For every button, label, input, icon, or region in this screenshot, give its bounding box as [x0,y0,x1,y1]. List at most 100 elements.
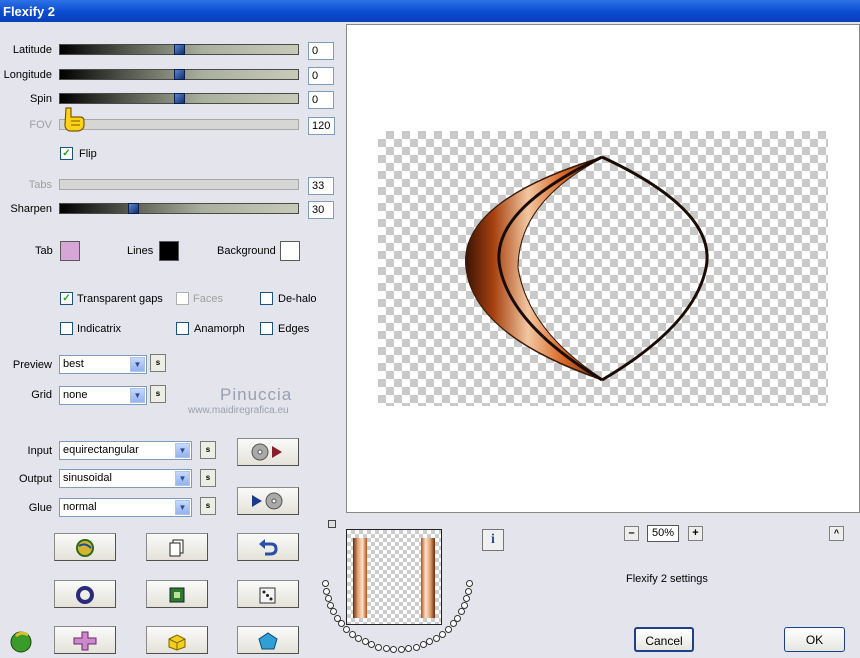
navigator-dot[interactable] [355,634,363,642]
output-label: Output [18,473,52,485]
longitude-slider[interactable] [59,69,299,80]
fov-input[interactable]: 120 [308,117,335,135]
input-select[interactable]: equirectangular ▼ [59,441,192,460]
tabs-slider[interactable] [59,179,299,190]
ring-tool-button[interactable] [54,580,116,608]
copy-icon [169,539,184,557]
input-save-button[interactable]: s [200,441,216,459]
preview-label: Preview [12,359,52,371]
watermark-name: Pinuccia [220,385,293,404]
load-output-button[interactable] [237,487,299,515]
navigator-dot[interactable] [444,625,452,633]
ok-button[interactable]: OK [784,627,845,652]
pentagon-icon [258,632,278,650]
spin-input[interactable]: 0 [308,91,334,109]
background-color-swatch[interactable] [280,241,300,261]
tab-color-swatch[interactable] [60,241,80,261]
chevron-down-icon: ▼ [175,471,190,486]
navigator-dot[interactable] [397,645,405,653]
chevron-down-icon: ▼ [130,388,145,403]
glue-save-button[interactable]: s [200,497,216,515]
fov-slider[interactable] [59,119,299,130]
spin-slider[interactable] [59,93,299,104]
sharpen-thumb[interactable] [128,203,139,214]
navigator-dot[interactable] [465,587,472,595]
collapse-button[interactable]: ^ [829,526,844,541]
flip-checkbox[interactable]: ✓ [60,147,73,160]
navigator-dot[interactable] [322,580,330,588]
navigator-dot[interactable] [412,643,420,651]
zoom-in-button[interactable]: + [688,526,703,541]
preview-select[interactable]: best ▼ [59,355,147,374]
latitude-thumb[interactable] [174,44,185,55]
undo-button[interactable] [237,533,299,561]
navigator-dot[interactable] [454,614,462,622]
longitude-thumb[interactable] [174,69,185,80]
play-disc-icon [252,492,283,510]
tabs-input[interactable]: 33 [308,177,334,195]
zoom-out-button[interactable]: – [624,526,639,541]
latitude-slider[interactable] [59,44,299,55]
output-save-button[interactable]: s [200,469,216,487]
grid-select[interactable]: none ▼ [59,386,147,405]
output-select-value: sinusoidal [63,472,112,484]
ring-icon [76,586,94,604]
longitude-label: Longitude [3,69,52,81]
faces-label: Faces [193,293,223,305]
navigator-dot[interactable] [461,601,468,609]
longitude-input[interactable]: 0 [308,67,334,85]
background-color-label: Background [217,245,276,257]
copy-button[interactable] [146,533,208,561]
de-halo-label: De-halo [278,293,317,305]
transparent-gaps-checkbox[interactable]: ✓ [60,292,73,305]
de-halo-checkbox[interactable] [260,292,273,305]
latitude-input[interactable]: 0 [308,42,334,60]
navigator-ring[interactable] [318,538,478,658]
cross-icon [73,631,97,651]
load-input-button[interactable] [237,438,299,466]
fov-label: FOV [29,119,52,131]
pentagon-tool-button[interactable] [237,626,299,654]
chevron-down-icon: ▼ [130,357,145,372]
grid-save-button[interactable]: s [150,385,166,403]
navigator-dot[interactable] [322,587,330,595]
navigator-dot[interactable] [375,643,383,651]
transparent-gaps-label: Transparent gaps [77,293,163,305]
anamorph-label: Anamorph [194,323,245,335]
anamorph-checkbox[interactable] [176,322,189,335]
navigator-dot[interactable] [405,645,413,653]
globe-icon [76,539,94,557]
glue-label: Glue [28,502,52,514]
lines-color-swatch[interactable] [159,241,179,261]
navigator-dot[interactable] [368,641,376,649]
glue-select[interactable]: normal ▼ [59,498,192,517]
navigator-dot[interactable] [463,594,471,602]
navigator-dot[interactable] [324,594,332,602]
randomize-tool-button[interactable] [54,533,116,561]
cube-icon [168,634,186,651]
edges-checkbox[interactable] [260,322,273,335]
dice-tool-button[interactable] [237,580,299,608]
cross-tool-button[interactable] [54,626,116,654]
input-select-value: equirectangular [63,444,139,456]
output-select[interactable]: sinusoidal ▼ [59,469,192,488]
navigator-dot[interactable] [382,645,390,653]
navigator-handle[interactable] [328,520,336,528]
cube-tool-button[interactable] [146,626,208,654]
window-title: Flexify 2 [3,4,56,19]
settings-label: Flexify 2 settings [626,573,708,585]
sharpen-input[interactable]: 30 [308,201,334,219]
chip-tool-button[interactable] [146,580,208,608]
spin-thumb[interactable] [174,93,185,104]
sharpen-label: Sharpen [10,203,52,215]
navigator-dot[interactable] [390,645,398,653]
info-button[interactable]: i [482,529,504,551]
navigator-dot[interactable] [465,580,473,588]
navigator-dot[interactable] [457,608,465,616]
sharpen-slider[interactable] [59,203,299,214]
cancel-button[interactable]: Cancel [634,627,694,652]
preview-save-button[interactable]: s [150,354,166,372]
indicatrix-checkbox[interactable] [60,322,73,335]
watermark-url: www.maidiregrafica.eu [188,405,289,416]
faces-checkbox[interactable] [176,292,189,305]
